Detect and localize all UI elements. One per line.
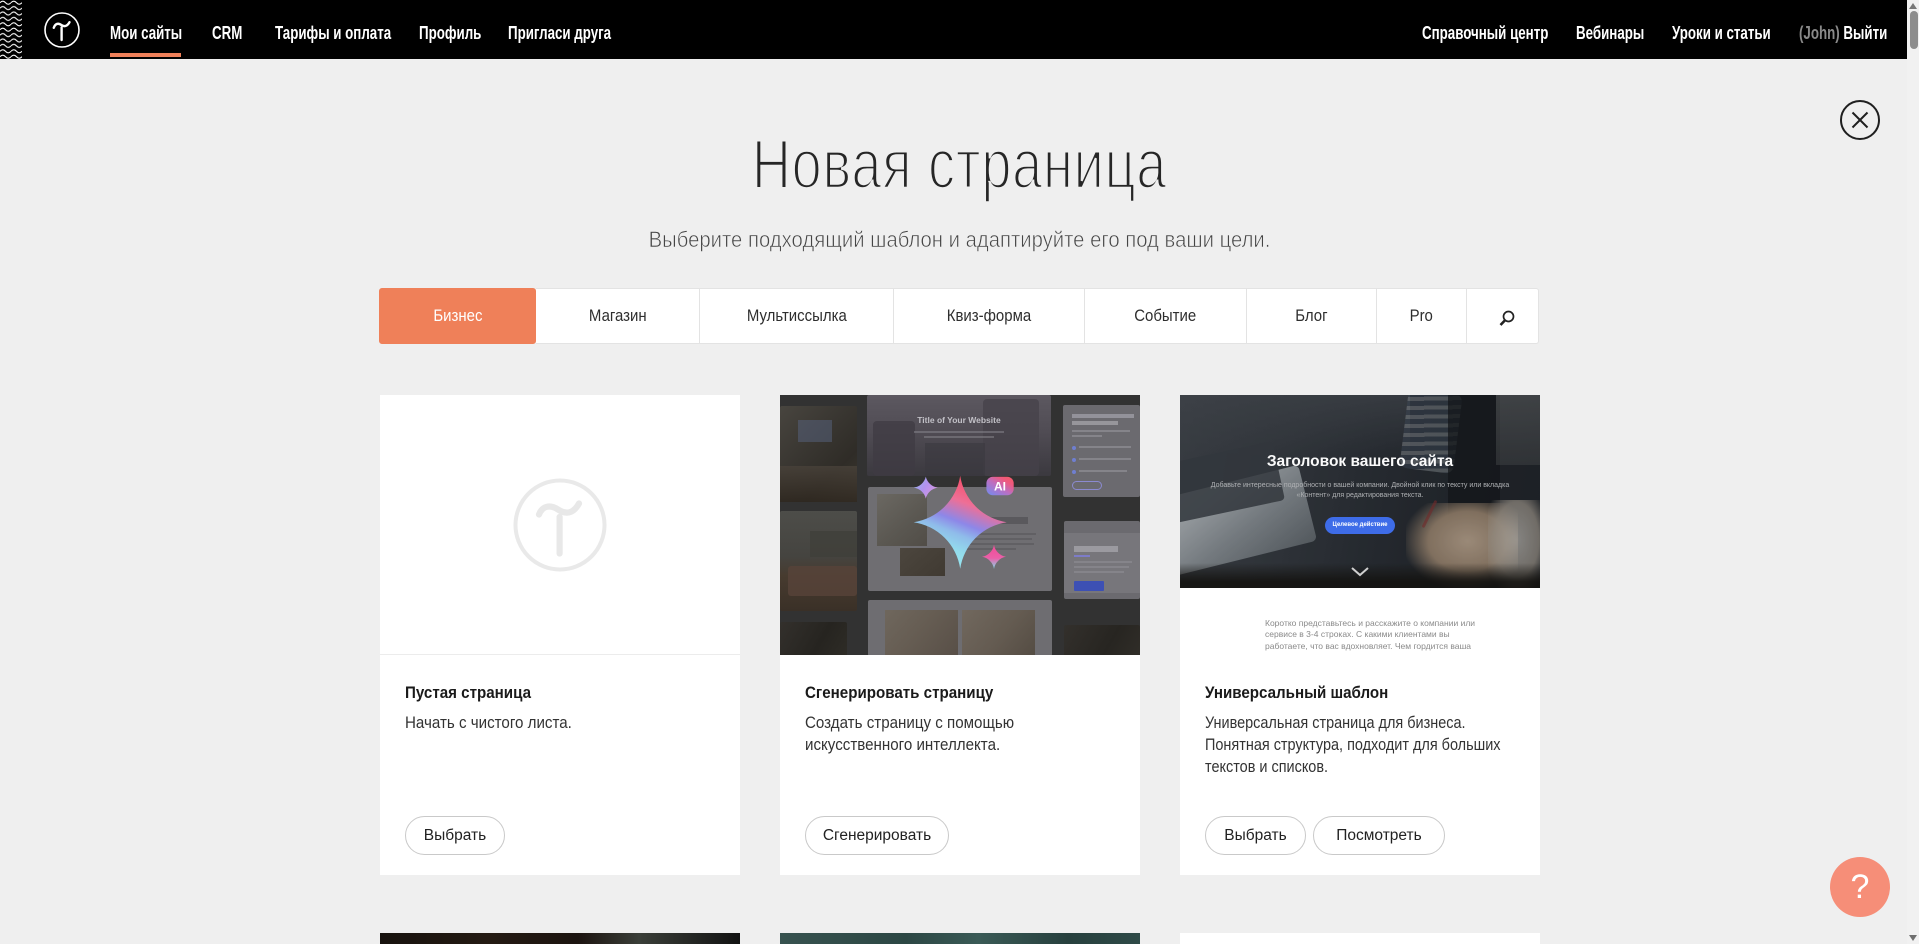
svg-text:AI: AI [994,480,1006,494]
